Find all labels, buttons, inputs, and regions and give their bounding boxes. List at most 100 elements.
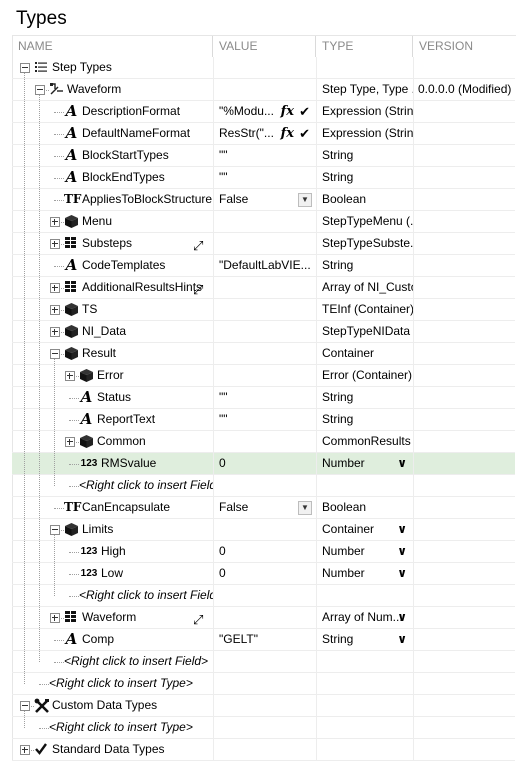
cell-version[interactable] — [413, 739, 515, 760]
resize-arrow-icon[interactable]: ⤢ — [193, 235, 203, 254]
cell-type[interactable]: String ∨ — [316, 629, 413, 650]
cell-value[interactable] — [213, 585, 316, 606]
tree-row[interactable]: TF CanEncapsulate False ▼ Boolean — [12, 497, 515, 519]
resize-arrow-icon[interactable]: ⤢ — [193, 279, 203, 298]
expand-icon[interactable] — [50, 613, 60, 623]
cell-type[interactable]: Error (Container) — [316, 365, 413, 386]
tree-row[interactable]: Standard Data Types — [12, 739, 515, 761]
cell-value[interactable]: False ▼ — [213, 497, 316, 518]
cell-version[interactable] — [413, 145, 515, 166]
cell-version[interactable]: 0.0.0.0 (Modified) — [413, 79, 515, 100]
cell-name[interactable]: Limits — [12, 519, 213, 540]
cell-name[interactable]: <Right click to insert Type> — [12, 673, 213, 694]
cell-value[interactable] — [213, 79, 316, 100]
cell-name[interactable]: A CodeTemplates — [12, 255, 213, 276]
cell-value[interactable]: False ▼ — [213, 189, 316, 210]
cell-value[interactable] — [213, 739, 316, 760]
tree-row[interactable]: A ReportText "" String — [12, 409, 515, 431]
cell-name[interactable]: A DefaultNameFormat — [12, 123, 213, 144]
cell-value[interactable]: "DefaultLabVIE... — [213, 255, 316, 276]
resize-arrow-icon[interactable]: ⤢ — [193, 609, 203, 628]
expand-icon[interactable] — [50, 283, 60, 293]
tree-row[interactable]: A Status "" String — [12, 387, 515, 409]
dropdown-arrow-icon[interactable]: ▼ — [298, 501, 312, 515]
cell-version[interactable] — [413, 717, 515, 738]
cell-type[interactable] — [316, 695, 413, 716]
collapse-icon[interactable] — [20, 63, 30, 73]
expand-icon[interactable] — [50, 217, 60, 227]
cell-type[interactable]: Expression (String) — [316, 123, 413, 144]
cell-version[interactable] — [413, 321, 515, 342]
tree-row[interactable]: <Right click to insert Field> — [12, 651, 515, 673]
cell-name[interactable]: A BlockStartTypes — [12, 145, 213, 166]
cell-version[interactable] — [413, 211, 515, 232]
cell-value[interactable]: "" — [213, 409, 316, 430]
cell-name[interactable]: <Right click to insert Field> — [12, 585, 213, 606]
cell-value[interactable] — [213, 475, 316, 496]
cell-version[interactable] — [413, 343, 515, 364]
cell-value[interactable] — [213, 519, 316, 540]
tree-row[interactable]: 123 RMSvalue 0 Number ∨ — [12, 453, 515, 475]
cell-type[interactable]: Array of NI_Custo... — [316, 277, 413, 298]
cell-type[interactable]: Number ∨ — [316, 541, 413, 562]
tree-row[interactable]: A CodeTemplates "DefaultLabVIE... String — [12, 255, 515, 277]
cell-name[interactable]: 123 RMSvalue — [12, 453, 213, 474]
cell-value[interactable] — [213, 365, 316, 386]
cell-value[interactable] — [213, 607, 316, 628]
cell-name[interactable]: NI_Data — [12, 321, 213, 342]
cell-version[interactable] — [413, 563, 515, 584]
cell-name[interactable]: Waveform — [12, 79, 213, 100]
cell-version[interactable] — [413, 497, 515, 518]
cell-name[interactable]: A DescriptionFormat — [12, 101, 213, 122]
tree-row[interactable]: Error Error (Container) — [12, 365, 515, 387]
cell-name[interactable]: Result — [12, 343, 213, 364]
tree-row[interactable]: A BlockEndTypes "" String — [12, 167, 515, 189]
cell-name[interactable]: A Comp — [12, 629, 213, 650]
cell-version[interactable] — [413, 189, 515, 210]
cell-type[interactable]: Array of Num... ∨ — [316, 607, 413, 628]
cell-type[interactable] — [316, 739, 413, 760]
tree-row[interactable]: A Comp "GELT" String ∨ — [12, 629, 515, 651]
cell-version[interactable] — [413, 123, 515, 144]
cell-type[interactable]: Step Type, Type ... — [316, 79, 413, 100]
cell-value[interactable] — [213, 695, 316, 716]
cell-type[interactable]: String — [316, 409, 413, 430]
cell-value[interactable] — [213, 57, 316, 78]
chevron-down-icon[interactable]: ∨ — [397, 607, 407, 628]
cell-type[interactable] — [316, 717, 413, 738]
collapse-icon[interactable] — [50, 525, 60, 535]
cell-type[interactable]: Expression (String) — [316, 101, 413, 122]
chevron-down-icon[interactable]: ∨ — [397, 453, 407, 474]
tree-row[interactable]: Step Types — [12, 57, 515, 79]
cell-type[interactable]: Number ∨ — [316, 453, 413, 474]
cell-name[interactable]: A BlockEndTypes — [12, 167, 213, 188]
expand-icon[interactable] — [20, 745, 30, 755]
tree-row[interactable]: Waveform Step Type, Type ... 0.0.0.0 (Modi… — [12, 79, 515, 101]
cell-type[interactable]: Number ∨ — [316, 563, 413, 584]
cell-type[interactable]: Boolean — [316, 189, 413, 210]
tree-row[interactable]: AdditionalResultsHints⤢ Array of NI_Custo… — [12, 277, 515, 299]
cell-value[interactable] — [213, 651, 316, 672]
cell-type[interactable]: Container — [316, 343, 413, 364]
cell-value[interactable]: "" — [213, 387, 316, 408]
chevron-down-icon[interactable]: ∨ — [397, 629, 407, 650]
cell-type[interactable] — [316, 585, 413, 606]
collapse-icon[interactable] — [50, 349, 60, 359]
tree-row[interactable]: 123 Low 0 Number ∨ — [12, 563, 515, 585]
cell-version[interactable] — [413, 365, 515, 386]
tree-row[interactable]: A DefaultNameFormat ResStr("... fx ✔ Expressi… — [12, 123, 515, 145]
tree-row[interactable]: <Right click to insert Type> — [12, 673, 515, 695]
cell-version[interactable] — [413, 277, 515, 298]
cell-value[interactable]: ResStr("... fx ✔ — [213, 123, 316, 144]
tree-row[interactable]: Waveform ⤢ Array of Num... ∨ — [12, 607, 515, 629]
cell-name[interactable]: <Right click to insert Type> — [12, 717, 213, 738]
tree-row[interactable]: Menu StepTypeMenu (... — [12, 211, 515, 233]
cell-value[interactable]: "%Modu... fx ✔ — [213, 101, 316, 122]
cell-version[interactable] — [413, 409, 515, 430]
cell-type[interactable] — [316, 673, 413, 694]
cell-version[interactable] — [413, 607, 515, 628]
expand-icon[interactable] — [65, 371, 75, 381]
cell-name[interactable]: Custom Data Types — [12, 695, 213, 716]
cell-name[interactable]: A ReportText — [12, 409, 213, 430]
cell-value[interactable] — [213, 431, 316, 452]
